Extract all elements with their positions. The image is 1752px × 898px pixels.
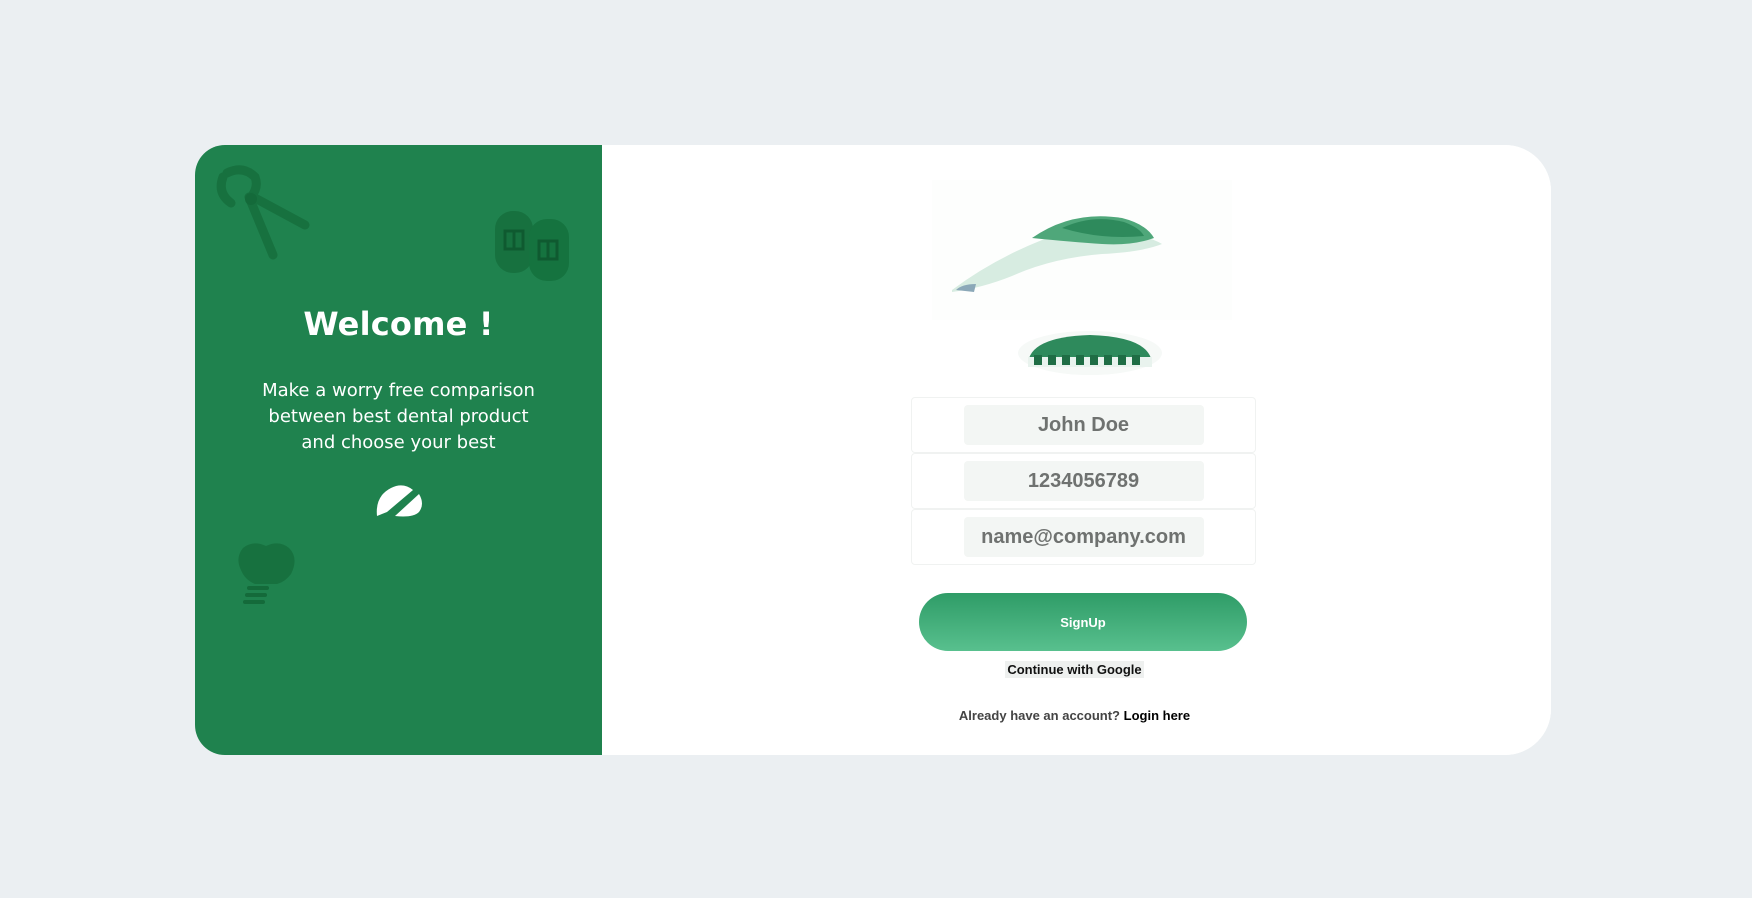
login-prompt-text: Already have an account? (958, 708, 1121, 723)
pliers-icon (213, 163, 313, 268)
login-prompt: Already have an account? Login here (602, 708, 1547, 723)
signup-button[interactable]: SignUp (919, 593, 1247, 651)
welcome-panel: Welcome ! Make a worry free comparison b… (195, 145, 602, 755)
welcome-text: Make a worry free comparison between bes… (262, 380, 535, 453)
phone-row (911, 453, 1256, 509)
logo-icon (373, 482, 425, 525)
name-row (911, 397, 1256, 453)
brand-logo (1018, 325, 1162, 380)
google-signin: Continue with Google (602, 661, 1547, 678)
email-input[interactable] (963, 517, 1204, 557)
phone-input[interactable] (963, 461, 1204, 501)
signup-panel: SignUp Continue with Google Already have… (602, 145, 1551, 755)
signup-form (911, 397, 1256, 565)
tooth-icon (233, 540, 303, 617)
slippers-icon (493, 207, 577, 292)
toothbrush-illustration (932, 180, 1232, 325)
welcome-title: Welcome ! (303, 305, 494, 343)
login-link[interactable]: Login here (1124, 708, 1190, 723)
signup-card: Welcome ! Make a worry free comparison b… (195, 145, 1551, 755)
continue-with-google-link[interactable]: Continue with Google (1005, 661, 1144, 678)
email-row (911, 509, 1256, 565)
name-input[interactable] (963, 405, 1204, 445)
